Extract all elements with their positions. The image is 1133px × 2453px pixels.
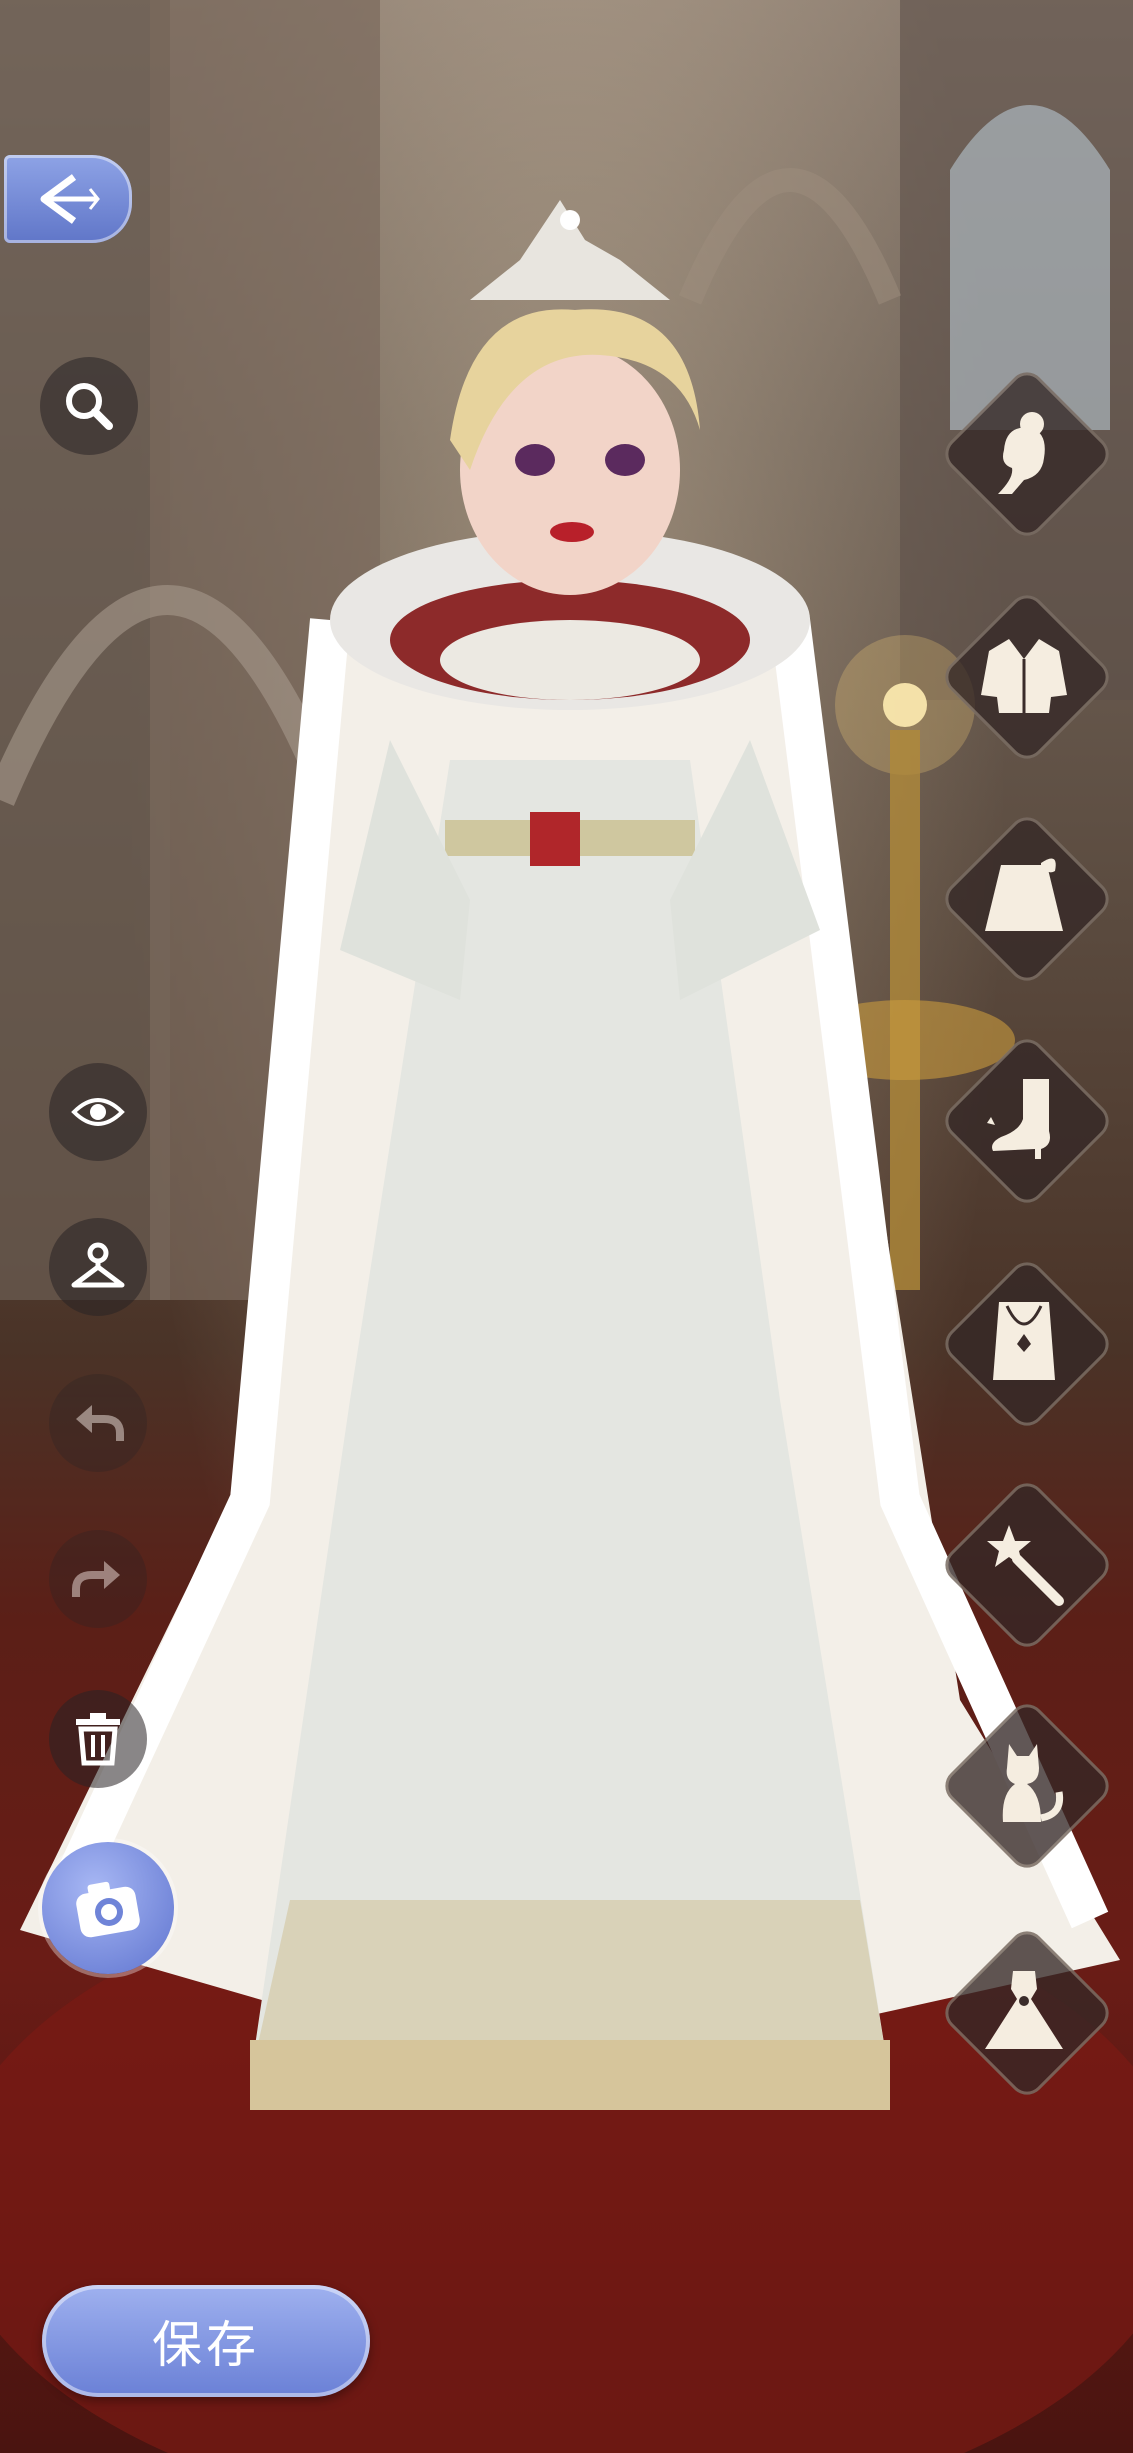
jacket-icon (981, 639, 1067, 713)
camera-icon (76, 1881, 140, 1938)
camera-button[interactable] (42, 1842, 174, 1974)
trash-button[interactable] (49, 1690, 147, 1788)
save-button[interactable]: 保存 (42, 2285, 370, 2397)
magic-wand-icon (987, 1525, 1064, 1606)
zoom-icon (66, 383, 113, 430)
category-hair-button[interactable] (937, 364, 1117, 544)
trash-icon (76, 1713, 120, 1766)
back-button[interactable] (4, 155, 132, 243)
boot-icon (987, 1079, 1050, 1159)
category-bottom-button[interactable] (937, 809, 1117, 989)
category-accessory-button[interactable] (937, 1254, 1117, 1434)
redo-icon (72, 1561, 120, 1597)
redo-button[interactable] (49, 1530, 147, 1628)
hanger-button[interactable] (49, 1218, 147, 1316)
necklace-icon (993, 1302, 1055, 1380)
hanger-icon (71, 1242, 125, 1288)
undo-button[interactable] (49, 1374, 147, 1472)
cat-icon (1002, 1744, 1064, 1822)
dress-icon (985, 1971, 1063, 2049)
category-shoes-button[interactable] (937, 1031, 1117, 1211)
undo-icon (76, 1405, 124, 1441)
category-pet-button[interactable] (937, 1696, 1117, 1876)
category-effects-button[interactable] (937, 1475, 1117, 1655)
zoom-button[interactable] (40, 357, 138, 455)
hair-profile-icon (998, 412, 1045, 494)
eye-button[interactable] (49, 1063, 147, 1161)
category-dress-button[interactable] (937, 1923, 1117, 2103)
category-top-button[interactable] (937, 587, 1117, 767)
back-arrow-icon (40, 174, 100, 224)
eye-icon (71, 1098, 125, 1126)
skirt-icon (985, 858, 1063, 931)
